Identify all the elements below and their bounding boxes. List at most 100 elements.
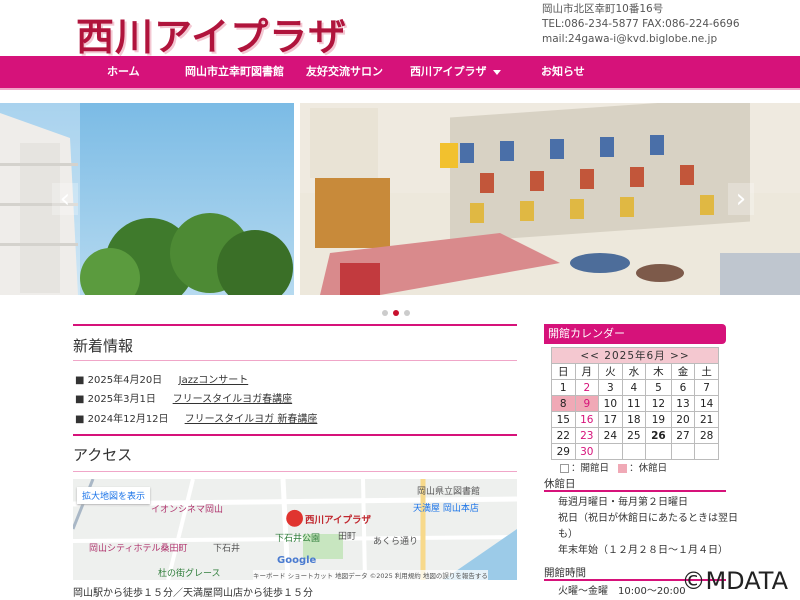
calendar-day: 28 [694, 427, 719, 444]
news-date: 2024年12月12日 [87, 414, 169, 425]
news-link[interactable]: フリースタイルヨガ 新春講座 [185, 414, 318, 425]
email-text: mail:24gawa-i@kvd.biglobe.ne.jp [542, 33, 718, 45]
calendar-day [621, 443, 647, 460]
site-header: 西川アイプラザ 岡山市北区幸町10番16号 TEL:086-234-5877 F… [0, 0, 800, 59]
map-credits[interactable]: キーボード ショートカット 地図データ ©2025 利用規約 地図の誤りを報告す… [253, 570, 488, 580]
divider [73, 434, 517, 436]
calendar-day: 3 [598, 379, 623, 396]
calendar-day: 13 [670, 395, 696, 412]
access-note: 岡山駅から徒歩１５分／天満屋岡山店から徒歩１５分 [73, 588, 313, 599]
calendar-day: 9 [574, 395, 600, 412]
calendar-day [598, 443, 623, 460]
library-photo: › [300, 103, 800, 295]
calendar-day: 25 [621, 427, 647, 444]
calendar-day: 23 [574, 427, 600, 444]
calendar-day: 12 [645, 395, 672, 412]
news-title: 新着情報 [73, 337, 134, 355]
slider-prev-icon[interactable]: ‹ [52, 183, 78, 215]
calendar-weekday: 金 [670, 363, 696, 380]
slider-dots [382, 301, 415, 320]
calendar-day: 14 [694, 395, 719, 412]
calendar-day: 27 [670, 427, 696, 444]
slider-dot[interactable] [404, 310, 410, 316]
chevron-down-icon [493, 69, 502, 75]
google-map[interactable]: 拡大地図を表示 イオンシネマ岡山 岡山シティホテル桑田町 ● 西川アイプラザ 下… [73, 479, 517, 580]
map-label-dept: 天満屋 岡山本店 [413, 504, 479, 514]
calendar-legend: ：開館日 ：休館日 [560, 460, 667, 474]
calendar-day: 17 [598, 411, 623, 428]
calendar-day: 20 [670, 411, 696, 428]
closed-info: 毎週月曜日・毎月第２日曜日 祝日（祝日が休館日にあたるときは翌日 も） 年末年始… [558, 495, 738, 559]
calendar-weekday: 火 [598, 363, 623, 380]
closed-line: 毎週月曜日・毎月第２日曜日 [558, 497, 688, 508]
calendar-day: 10 [598, 395, 623, 412]
divider [73, 324, 517, 326]
divider [73, 360, 517, 361]
calendar-table: << 2025年6月 >> 日月火水木金土 1 2 3 4 5 6 7 8 9 10 11 12 13 14… [551, 347, 719, 460]
calendar-weekday: 土 [694, 363, 719, 380]
divider [73, 471, 517, 472]
news-link[interactable]: フリースタイルヨガ春講座 [173, 394, 293, 405]
site-logo[interactable]: 西川アイプラザ [76, 6, 347, 61]
calendar-weekday: 日 [551, 363, 576, 380]
address-text: 岡山市北区幸町10番16号 [542, 3, 664, 15]
calendar-day: 19 [645, 411, 672, 428]
map-enlarge-link[interactable]: 拡大地図を表示 [77, 487, 151, 504]
legend-open: ：開館日 [571, 463, 610, 474]
map-label-town2: 田町 [338, 532, 357, 542]
calendar-day: 8 [551, 395, 576, 412]
slider-next-icon[interactable]: › [728, 183, 754, 215]
news-item: ■ 2025年4月20日 Jazzコンサート [75, 371, 248, 386]
nav-item-plaza[interactable]: 西川アイプラザ [410, 56, 502, 88]
calendar-day: 30 [574, 443, 600, 460]
calendar-day: 4 [621, 379, 647, 396]
calendar-day: 21 [694, 411, 719, 428]
nav-item-plaza-label: 西川アイプラザ [410, 65, 487, 78]
news-link[interactable]: Jazzコンサート [179, 375, 249, 386]
nav-item-salon[interactable]: 友好交流サロン [306, 56, 383, 88]
news-date: 2025年4月20日 [87, 375, 163, 386]
library-illustration [300, 103, 800, 295]
hours-title: 開館時間 [544, 567, 586, 579]
building-illustration [0, 103, 293, 295]
calendar-day: 22 [551, 427, 576, 444]
slider-dot-active[interactable] [393, 310, 399, 316]
closed-day-swatch [618, 464, 628, 473]
closed-line: も） [558, 529, 578, 540]
calendar-month-nav[interactable]: << 2025年6月 >> [551, 347, 719, 364]
main-nav: ホーム 岡山市立幸町図書館 友好交流サロン 西川アイプラザ お知らせ [0, 56, 800, 90]
map-label-street: あくら通り [373, 537, 419, 547]
map-label-town1: 下石井 [213, 544, 241, 554]
nav-item-home[interactable]: ホーム [107, 56, 140, 88]
access-title: アクセス [73, 446, 133, 464]
contact-info: 岡山市北区幸町10番16号 TEL:086-234-5877 FAX:086-2… [542, 2, 740, 47]
calendar-day: 6 [670, 379, 696, 396]
building-photo: ‹ [0, 103, 294, 295]
calendar-day: 1 [551, 379, 576, 396]
news-item: ■ 2024年12月12日 フリースタイルヨガ 新春講座 [75, 410, 317, 425]
calendar-weekday: 月 [574, 363, 600, 380]
calendar-day: 16 [574, 411, 600, 428]
calendar-day: 26 [645, 427, 672, 444]
calendar-day: 24 [598, 427, 623, 444]
slider-dot[interactable] [382, 310, 388, 316]
divider [544, 490, 726, 492]
closed-line: 祝日（祝日が休館日にあたるときは翌日 [558, 513, 738, 524]
calendar-day: 2 [574, 379, 600, 396]
calendar-day: 15 [551, 411, 576, 428]
phone-fax-text: TEL:086-234-5877 FAX:086-224-6696 [542, 18, 740, 30]
map-label-hotel: 岡山シティホテル桑田町 [89, 544, 188, 554]
legend-closed: ：休館日 [629, 463, 668, 474]
closed-title: 休館日 [544, 478, 576, 490]
calendar-day: 29 [551, 443, 576, 460]
calendar-day [645, 443, 672, 460]
nav-item-news[interactable]: お知らせ [541, 56, 585, 88]
open-day-swatch [560, 464, 569, 473]
calendar-weekday: 木 [645, 363, 672, 380]
calendar-day [670, 443, 696, 460]
map-label-cinema: イオンシネマ岡山 [151, 505, 224, 515]
nav-item-library[interactable]: 岡山市立幸町図書館 [185, 56, 284, 88]
map-label-park: 下石井公園 [275, 534, 321, 544]
map-label-grace: 杜の街グレース [158, 569, 221, 579]
calendar-day: 5 [645, 379, 672, 396]
